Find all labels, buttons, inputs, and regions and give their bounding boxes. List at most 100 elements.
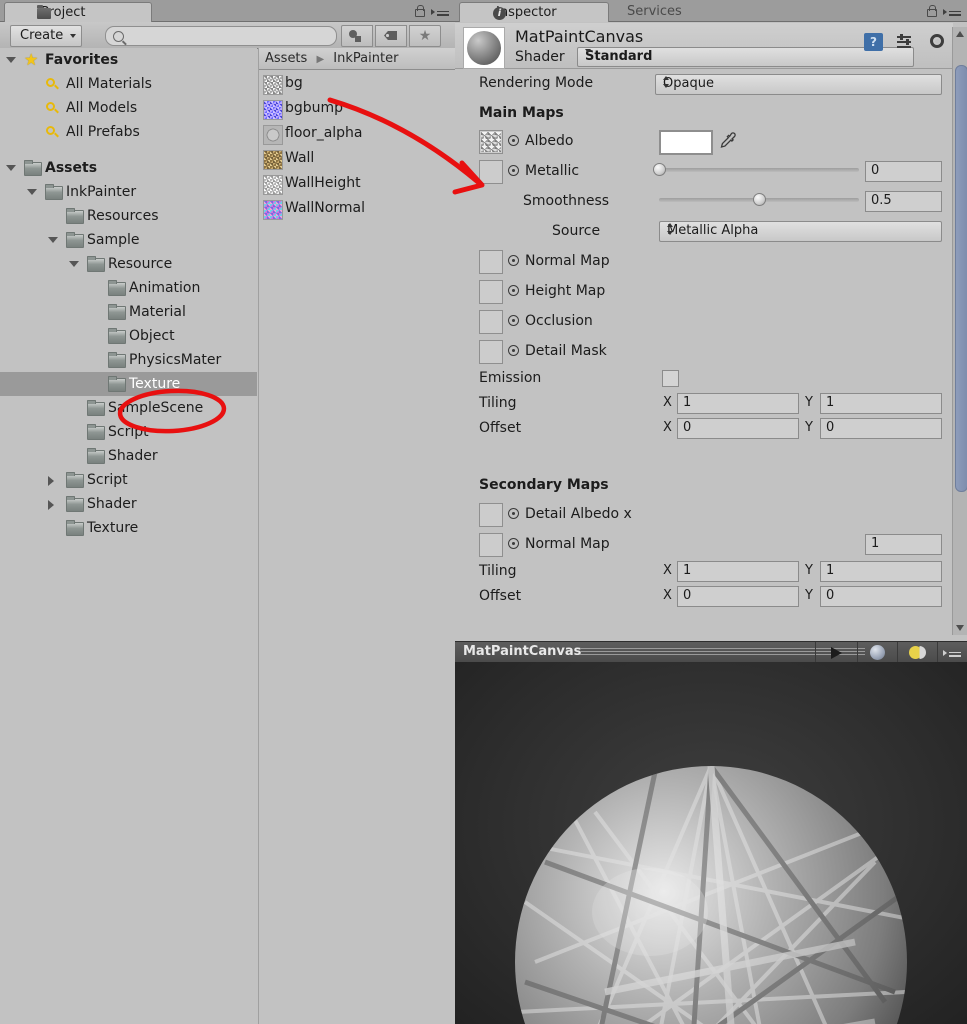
tab-project[interactable]: Project bbox=[4, 2, 152, 22]
normal-map-toggle-radio[interactable] bbox=[508, 255, 519, 266]
metallic-slider-knob[interactable] bbox=[653, 163, 666, 176]
albedo-color-field[interactable] bbox=[659, 130, 713, 155]
chevron-right-icon[interactable] bbox=[48, 500, 54, 510]
metallic-slider[interactable] bbox=[653, 163, 859, 176]
emission-checkbox[interactable] bbox=[662, 370, 679, 387]
chevron-down-icon[interactable] bbox=[48, 237, 58, 243]
tree-item-object[interactable]: Object bbox=[0, 324, 257, 348]
preview-lighting-button[interactable] bbox=[897, 642, 938, 663]
tree-item-script[interactable]: Script bbox=[0, 468, 257, 492]
asset-list-item[interactable]: bgbump bbox=[259, 96, 456, 121]
tree-item-sample[interactable]: Sample bbox=[0, 228, 257, 252]
tree-item-material[interactable]: Material bbox=[0, 300, 257, 324]
tree-item-all materials[interactable]: All Materials bbox=[0, 72, 257, 96]
detail-albedo-toggle-radio[interactable] bbox=[508, 508, 519, 519]
preview-canvas[interactable] bbox=[455, 662, 967, 1024]
occlusion-texture-slot[interactable] bbox=[479, 310, 503, 334]
tab-services[interactable]: Services bbox=[613, 2, 696, 22]
smoothness-slider[interactable] bbox=[659, 193, 859, 206]
tree-item-texture[interactable]: Texture bbox=[0, 372, 257, 396]
smoothness-slider-knob[interactable] bbox=[753, 193, 766, 206]
lock-icon[interactable] bbox=[413, 4, 425, 17]
secondary-normal-toggle-radio[interactable] bbox=[508, 538, 519, 549]
lock-icon[interactable] bbox=[925, 4, 937, 17]
chevron-down-icon[interactable] bbox=[27, 189, 37, 195]
tree-item-texture[interactable]: Texture bbox=[0, 516, 257, 540]
secondary-tiling-x-field[interactable]: 1 bbox=[677, 561, 799, 582]
albedo-texture-slot[interactable] bbox=[479, 130, 503, 154]
tree-item-animation[interactable]: Animation bbox=[0, 276, 257, 300]
tree-item-shader[interactable]: Shader bbox=[0, 492, 257, 516]
favorite-filter-button[interactable]: ★ bbox=[409, 25, 441, 47]
asset-list-item[interactable]: WallHeight bbox=[259, 171, 456, 196]
tree-item-inkpainter[interactable]: InkPainter bbox=[0, 180, 257, 204]
tiling-y-field[interactable]: 1 bbox=[820, 393, 942, 414]
preview-shape-button[interactable] bbox=[857, 642, 898, 663]
panel-menu-icon[interactable] bbox=[943, 7, 961, 16]
secondary-normal-label: Normal Map bbox=[525, 536, 610, 552]
asset-list[interactable]: bg bgbump floor_alpha Wall WallHeight WallNor… bbox=[259, 71, 456, 221]
chevron-down-icon[interactable] bbox=[6, 165, 16, 171]
type-filter-button[interactable] bbox=[341, 25, 373, 47]
tiling-x-field[interactable]: 1 bbox=[677, 393, 799, 414]
tab-inspector[interactable]: i Inspector bbox=[459, 2, 609, 22]
breadcrumb[interactable]: Assets ▶ InkPainter bbox=[259, 48, 456, 70]
normal-map-texture-slot[interactable] bbox=[479, 250, 503, 274]
asset-list-item[interactable]: Wall bbox=[259, 146, 456, 171]
label-filter-button[interactable] bbox=[375, 25, 407, 47]
tree-item-physicsmater[interactable]: PhysicsMater bbox=[0, 348, 257, 372]
tree-item-samplescene[interactable]: SampleScene bbox=[0, 396, 257, 420]
scroll-up-icon[interactable] bbox=[956, 31, 964, 37]
chevron-down-icon[interactable] bbox=[69, 261, 79, 267]
preview-play-button[interactable] bbox=[815, 642, 858, 663]
tree-item-all models[interactable]: All Models bbox=[0, 96, 257, 120]
tree-item-script[interactable]: Script bbox=[0, 420, 257, 444]
breadcrumb-current[interactable]: InkPainter bbox=[333, 51, 398, 66]
eyedropper-icon[interactable] bbox=[717, 131, 737, 151]
secondary-offset-x-field[interactable]: 0 bbox=[677, 586, 799, 607]
scroll-down-icon[interactable] bbox=[956, 625, 964, 631]
scrollbar-thumb[interactable] bbox=[955, 65, 967, 492]
chevron-down-icon[interactable] bbox=[6, 57, 16, 63]
gear-icon[interactable] bbox=[929, 33, 945, 49]
detail-mask-texture-slot[interactable] bbox=[479, 340, 503, 364]
albedo-toggle-radio[interactable] bbox=[508, 135, 519, 146]
asset-list-item[interactable]: floor_alpha bbox=[259, 121, 456, 146]
offset-x-field[interactable]: 0 bbox=[677, 418, 799, 439]
help-icon[interactable] bbox=[864, 33, 883, 51]
smoothness-value-field[interactable]: 0.5 bbox=[865, 191, 942, 212]
secondary-normal-value-field[interactable]: 1 bbox=[865, 534, 942, 555]
tree-item-resource[interactable]: Resource bbox=[0, 252, 257, 276]
panel-menu-icon[interactable] bbox=[431, 7, 449, 16]
height-map-toggle-radio[interactable] bbox=[508, 285, 519, 296]
metallic-texture-slot[interactable] bbox=[479, 160, 503, 184]
height-map-texture-slot[interactable] bbox=[479, 280, 503, 304]
tree-item-favorites[interactable]: ★ Favorites bbox=[0, 48, 257, 72]
metallic-toggle-radio[interactable] bbox=[508, 165, 519, 176]
breadcrumb-root[interactable]: Assets bbox=[265, 51, 307, 66]
secondary-tiling-y-field[interactable]: 1 bbox=[820, 561, 942, 582]
project-tree[interactable]: ★ Favorites All Materials All Models All Pre… bbox=[0, 48, 257, 1024]
search-input[interactable] bbox=[105, 26, 337, 46]
rendering-mode-dropdown[interactable]: Opaque bbox=[655, 74, 942, 95]
detail-mask-toggle-radio[interactable] bbox=[508, 345, 519, 356]
asset-list-item[interactable]: bg bbox=[259, 71, 456, 96]
detail-albedo-texture-slot[interactable] bbox=[479, 503, 503, 527]
tree-item-all prefabs[interactable]: All Prefabs bbox=[0, 120, 257, 144]
preset-icon[interactable] bbox=[897, 33, 915, 51]
metallic-value-field[interactable]: 0 bbox=[865, 161, 942, 182]
asset-list-item[interactable]: WallNormal bbox=[259, 196, 456, 221]
source-dropdown[interactable]: Metallic Alpha bbox=[659, 221, 942, 242]
occlusion-toggle-radio[interactable] bbox=[508, 315, 519, 326]
preview-menu-button[interactable] bbox=[937, 642, 967, 663]
chevron-right-icon[interactable] bbox=[48, 476, 54, 486]
offset-y-field[interactable]: 0 bbox=[820, 418, 942, 439]
tree-item-label: Texture bbox=[87, 520, 139, 536]
secondary-offset-y-field[interactable]: 0 bbox=[820, 586, 942, 607]
create-button[interactable]: Create bbox=[10, 25, 83, 47]
secondary-normal-texture-slot[interactable] bbox=[479, 533, 503, 557]
tree-item-shader[interactable]: Shader bbox=[0, 444, 257, 468]
inspector-scrollbar[interactable] bbox=[952, 27, 967, 635]
tree-item-resources[interactable]: Resources bbox=[0, 204, 257, 228]
tree-item-assets[interactable]: Assets bbox=[0, 156, 257, 180]
